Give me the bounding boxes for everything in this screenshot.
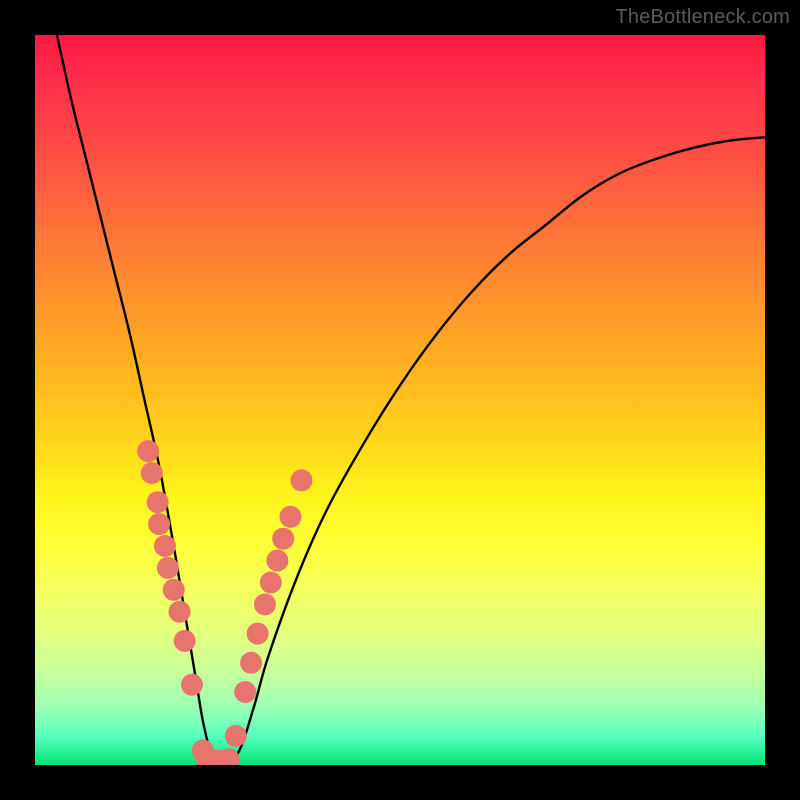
data-marker: [247, 623, 269, 645]
watermark-text: TheBottleneck.com: [615, 6, 790, 29]
data-marker: [234, 681, 256, 703]
data-marker: [280, 506, 302, 528]
data-marker: [260, 572, 282, 594]
data-marker: [181, 674, 203, 696]
data-marker: [266, 550, 288, 572]
data-marker: [225, 725, 247, 747]
data-marker: [157, 557, 179, 579]
data-marker: [272, 528, 294, 550]
data-marker: [154, 535, 176, 557]
data-marker: [254, 593, 276, 615]
data-marker: [240, 652, 262, 674]
data-marker: [290, 469, 312, 491]
data-marker: [137, 440, 159, 462]
data-marker: [163, 579, 185, 601]
data-marker: [147, 491, 169, 513]
data-marker: [169, 601, 191, 623]
plot-area: [35, 35, 765, 765]
curve-svg: [35, 35, 765, 765]
data-marker: [141, 462, 163, 484]
bottleneck-curve-path: [57, 35, 765, 765]
data-marker: [148, 513, 170, 535]
chart-frame: TheBottleneck.com: [0, 0, 800, 800]
curve-group: [57, 35, 765, 765]
data-marker: [174, 630, 196, 652]
